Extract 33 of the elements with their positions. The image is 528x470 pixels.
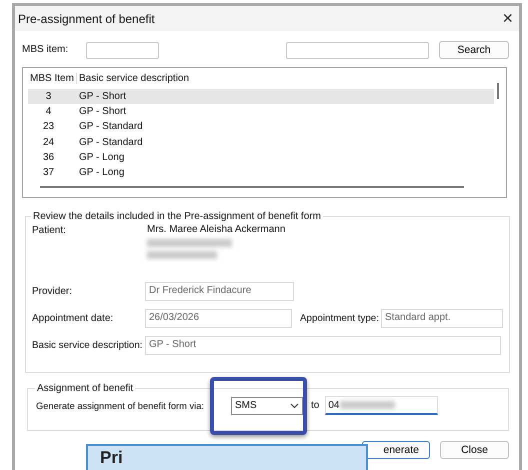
- close-button[interactable]: Close: [440, 441, 509, 459]
- service-description-label: Basic service description:: [32, 338, 144, 352]
- close-icon[interactable]: ×: [502, 8, 513, 29]
- horizontal-scrollbar[interactable]: [40, 186, 464, 188]
- provider-label: Provider:: [32, 284, 74, 298]
- provider-field: Dr Frederick Findacure: [145, 282, 294, 301]
- window-title: Pre-assignment of benefit: [18, 12, 155, 26]
- appointment-date-label: Appointment date:: [32, 312, 114, 326]
- service-description-field: GP - Short: [145, 336, 501, 355]
- chevron-down-icon: [290, 402, 299, 408]
- mbs-item-label: MBS item:: [22, 43, 70, 57]
- group-legend: Assignment of benefit: [35, 383, 136, 394]
- mbs-item-field[interactable]: [86, 42, 159, 58]
- appointment-date-field: 26/03/2026: [145, 309, 292, 328]
- patient-label: Patient:: [32, 224, 67, 238]
- redacted-text: [147, 251, 217, 259]
- group-legend: Review the details included in the Pre-assignment of benefit form: [31, 211, 323, 222]
- appointment-type-field: Standard appt.: [381, 309, 503, 328]
- to-label: to: [310, 398, 320, 412]
- list-row[interactable]: 3 GP - Short: [28, 89, 494, 104]
- vertical-scrollbar[interactable]: [497, 83, 499, 99]
- generate-button[interactable]: enerate: [362, 441, 430, 459]
- patient-name: Mrs. Maree Aleisha Ackermann: [147, 224, 286, 235]
- generate-via-label: Generate assignment of benefit form via:: [36, 400, 205, 412]
- column-header[interactable]: Basic service description: [77, 73, 379, 84]
- popup-text: Pri: [100, 448, 123, 467]
- appointment-type-label: Appointment type:: [300, 312, 380, 326]
- phone-field[interactable]: 04: [325, 396, 438, 415]
- search-button[interactable]: Search: [439, 41, 509, 59]
- method-dropdown[interactable]: SMS: [231, 396, 303, 414]
- search-field[interactable]: [286, 42, 429, 58]
- redacted-text: [340, 401, 396, 409]
- column-header[interactable]: MBS Item: [28, 73, 77, 84]
